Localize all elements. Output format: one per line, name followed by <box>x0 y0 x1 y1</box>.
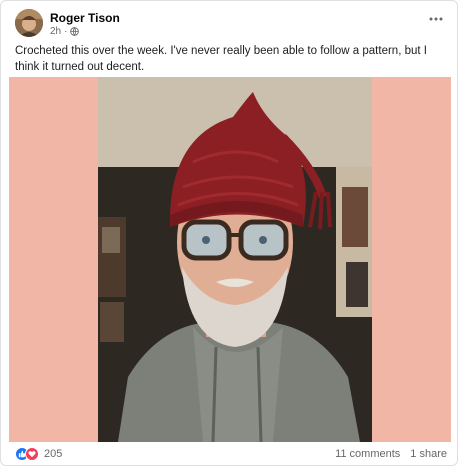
comments-count[interactable]: 11 comments <box>335 448 400 460</box>
facebook-post: Roger Tison 2h · Crocheted this over the… <box>0 0 458 466</box>
post-photo[interactable] <box>98 77 372 442</box>
shares-count[interactable]: 1 share <box>410 448 447 460</box>
more-dots-icon[interactable] <box>427 11 445 27</box>
reaction-count: 205 <box>44 448 63 460</box>
photo-container[interactable] <box>9 77 451 442</box>
love-icon <box>25 447 39 461</box>
reactions-summary[interactable]: 205 <box>15 447 62 461</box>
post-time[interactable]: 2h <box>50 26 61 37</box>
globe-icon <box>70 27 80 36</box>
avatar-image <box>15 9 43 37</box>
author-name[interactable]: Roger Tison <box>50 11 120 25</box>
post-meta: 2h · <box>50 26 80 37</box>
selfie-image <box>98 77 372 442</box>
engagement-stats: 11 comments 1 share <box>335 448 447 460</box>
author-avatar[interactable] <box>15 9 43 37</box>
post-header: Roger Tison 2h · <box>15 9 447 41</box>
post-caption: Crocheted this over the week. I've never… <box>15 45 427 73</box>
post-footer: 205 11 comments 1 share <box>15 445 447 463</box>
